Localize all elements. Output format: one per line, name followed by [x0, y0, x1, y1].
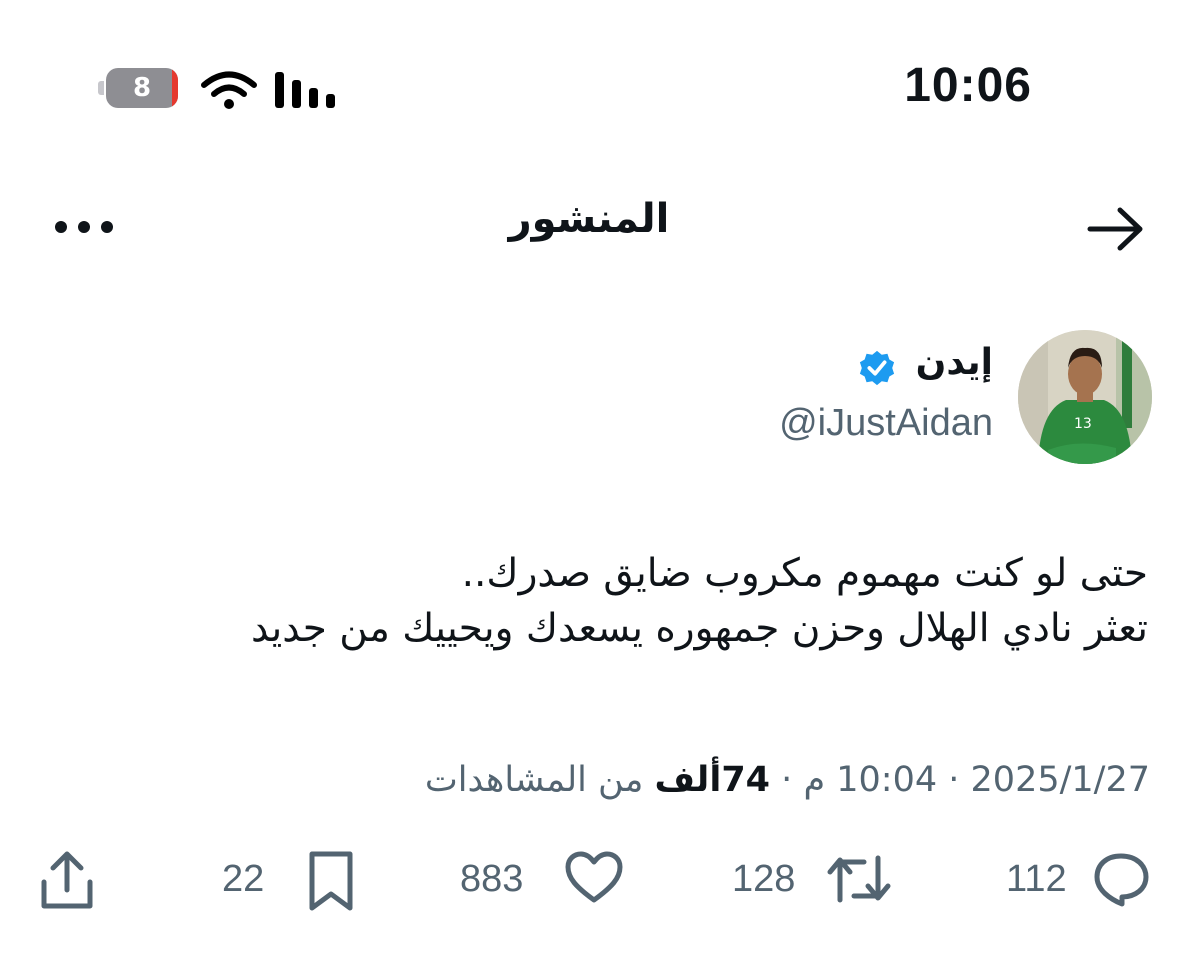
views-label: من المشاهدات: [424, 760, 644, 800]
post-time: 10:04 م: [803, 760, 938, 800]
author-handle[interactable]: @iJustAidan: [779, 402, 993, 445]
bookmark-count: 22: [222, 858, 265, 900]
avatar[interactable]: 13: [1018, 330, 1152, 464]
reply-icon: [1094, 853, 1149, 907]
repost-icon: [827, 855, 891, 903]
post-date: 2025/1/27: [970, 760, 1150, 800]
reply-button[interactable]: 112: [1000, 850, 1152, 920]
battery-terminal: [98, 81, 104, 95]
svg-text:13: 13: [1074, 416, 1092, 432]
share-icon: [41, 851, 93, 909]
repost-count: 128: [732, 858, 796, 900]
post-text: حتى لو كنت مهموم مكروب ضايق صدرك.. تعثر …: [250, 551, 1148, 651]
bookmark-icon: [309, 851, 353, 911]
battery-indicator: 8: [98, 68, 182, 108]
cellular-signal-icon: [275, 72, 335, 108]
meta-separator: ·: [770, 760, 793, 800]
post-metadata: 2025/1/27 · 10:04 م · 74ألف من المشاهدات: [425, 760, 1150, 800]
like-count: 883: [460, 858, 524, 900]
author-display-name[interactable]: إيدن: [916, 342, 993, 383]
wifi-icon: [201, 71, 257, 109]
reply-count: 112: [1006, 858, 1067, 900]
battery-body: 8: [106, 68, 178, 108]
bookmark-button[interactable]: 22: [220, 850, 360, 920]
page-title: المنشور: [508, 196, 670, 242]
status-time: 10:06: [904, 59, 1032, 112]
heart-icon: [565, 851, 623, 903]
battery-level-text: 8: [132, 73, 152, 103]
share-button[interactable]: [38, 850, 98, 920]
views-count[interactable]: 74ألف: [655, 760, 771, 800]
avatar-photo: 13: [1018, 330, 1152, 464]
back-arrow-icon[interactable]: [1086, 206, 1146, 252]
meta-separator: ·: [937, 760, 960, 800]
repost-button[interactable]: 128: [730, 850, 900, 920]
verified-badge-icon: [859, 350, 895, 386]
like-button[interactable]: 883: [458, 850, 628, 920]
